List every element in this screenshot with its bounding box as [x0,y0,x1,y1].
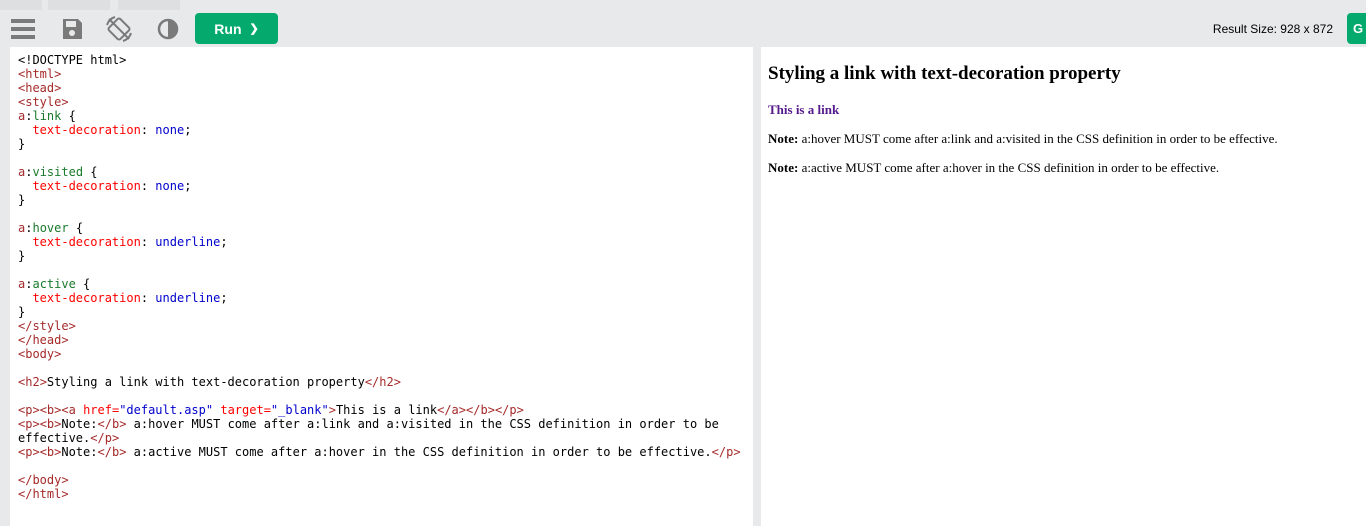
code-line: a:visited { [18,165,98,179]
code-line: </head> [18,333,69,347]
note-text: a:active MUST come after a:hover in the … [798,160,1220,175]
note-label: Note: [768,160,799,175]
chevron-right-icon: ❯ [249,23,259,35]
code-line: </html> [18,487,69,501]
code-line: } [18,249,26,263]
code-line: <p><b>Note:</b> a:active MUST come after… [18,445,741,459]
toolbar: Run ❯ Result Size: 928 x 872 G [0,10,1366,47]
code-line: effective.</p> [18,431,120,445]
code-line: <p><b><a href="default.asp" target="_bla… [18,403,524,417]
code-editor[interactable]: <!DOCTYPE html> <html> <head> <style> a:link… [10,47,753,526]
result-note-2: Note: a:active MUST come after a:hover i… [768,160,1366,176]
code-line: } [18,137,26,151]
code-line: } [18,193,26,207]
result-link-paragraph: This is a link [768,102,1366,118]
code-line: text-decoration: none; [32,179,192,193]
code-line: <body> [18,347,62,361]
panel-divider[interactable] [753,47,761,526]
tab-stripe [48,0,110,10]
code-line: <style> [18,95,69,109]
floppy-disk-icon[interactable] [59,16,85,42]
code-line: a:hover { [18,221,84,235]
code-line: text-decoration: none; [32,123,192,137]
result-size-label: Result Size: 928 x 872 [1212,22,1333,36]
result-frame: Styling a link with text-decoration prop… [761,47,1366,526]
rotate-layout-icon[interactable] [106,16,132,42]
code-line: a:link { [18,109,76,123]
code-line: <p><b>Note:</b> a:hover MUST come after … [18,417,719,431]
code-line: <head> [18,81,62,95]
hamburger-menu-icon[interactable] [10,16,36,42]
result-note-1: Note: a:hover MUST come after a:link and… [768,131,1366,147]
code-line: <h2>Styling a link with text-decoration … [18,375,401,389]
code-line: text-decoration: underline; [32,235,228,249]
run-button[interactable]: Run ❯ [195,13,278,44]
note-text: a:hover MUST come after a:link and a:vis… [798,131,1278,146]
code-line: a:active { [18,277,91,291]
code-line: </style> [18,319,76,333]
code-line: <html> [18,67,62,81]
result-link[interactable]: This is a link [768,102,839,117]
code-line: <!DOCTYPE html> [18,53,127,67]
result-heading: Styling a link with text-decoration prop… [768,63,1121,84]
note-label: Note: [768,131,799,146]
code-line: text-decoration: underline; [32,291,228,305]
top-strip [0,0,1366,10]
run-button-label: Run [214,20,242,37]
code-line: } [18,305,26,319]
code-content[interactable]: <!DOCTYPE html> <html> <head> <style> a:link… [10,47,753,501]
tab-stripe [118,0,180,10]
get-website-button[interactable]: G [1347,13,1366,44]
code-line: </body> [18,473,69,487]
contrast-icon[interactable] [155,16,181,42]
tab-stripe [0,0,42,10]
